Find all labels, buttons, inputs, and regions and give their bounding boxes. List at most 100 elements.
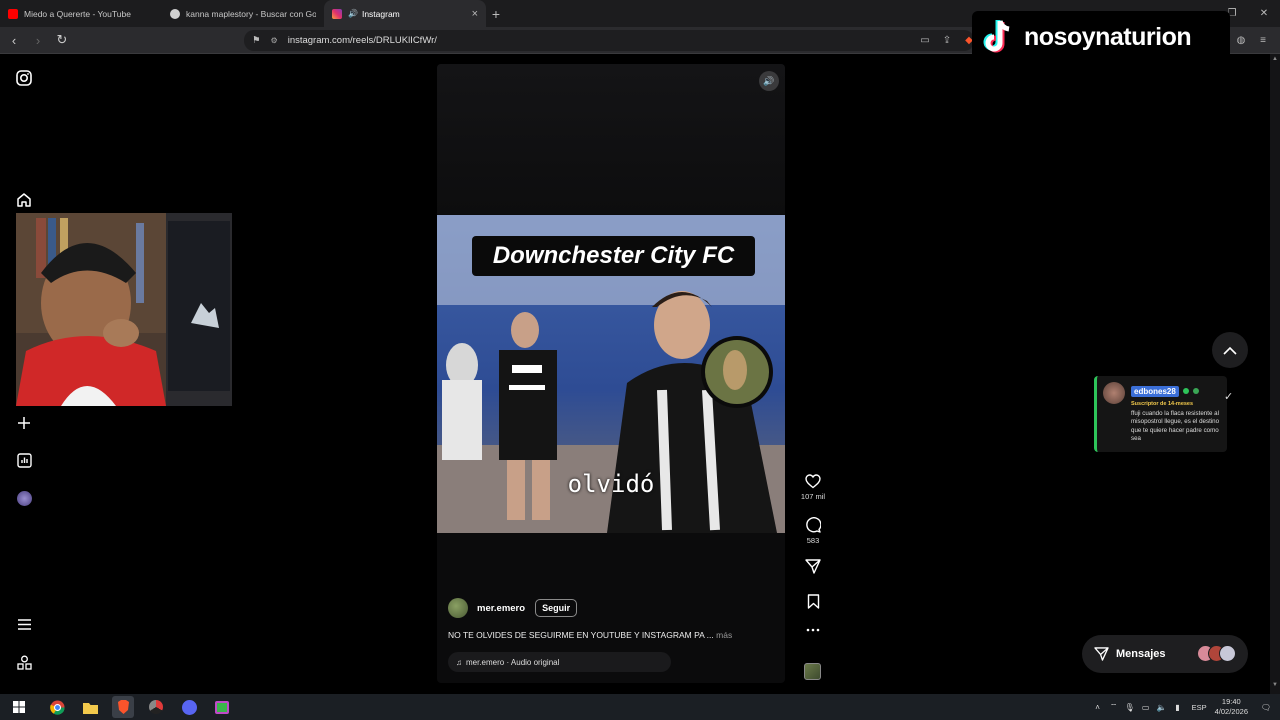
new-tab-button[interactable]: + — [486, 6, 506, 22]
scroll-down-icon[interactable]: ▼ — [1270, 682, 1280, 692]
previous-reel-button[interactable] — [1212, 332, 1248, 368]
audio-label: mer.emero · Audio original — [466, 657, 560, 667]
forward-icon[interactable]: › — [28, 33, 48, 48]
comment-icon[interactable] — [805, 517, 821, 533]
home-icon[interactable] — [14, 190, 34, 210]
verified-badge-icon — [1192, 388, 1199, 394]
messages-label: Mensajes — [1116, 648, 1166, 660]
network-icon[interactable]: ⌔ — [1106, 702, 1122, 712]
follow-button[interactable]: Seguir — [535, 599, 578, 617]
heart-icon[interactable] — [805, 474, 821, 489]
more-menu-icon[interactable] — [14, 614, 34, 634]
bookmark-icon[interactable]: ⚑ — [252, 35, 261, 46]
streaming-app-icon[interactable] — [211, 696, 233, 718]
system-tray: ˄ ⌔ 🎙 ▭ 🔈 ▮ ESP 19:40 4/02/2026 🗨 — [1090, 694, 1280, 720]
notifications-icon[interactable]: 🗨 — [1258, 703, 1274, 712]
site-info-icon[interactable]: ⚙ — [271, 36, 278, 45]
chat-subtitle: Suscriptor de 14-meses — [1131, 401, 1194, 407]
youtube-icon — [8, 8, 18, 19]
contact-avatar — [1219, 645, 1236, 662]
volume-icon[interactable]: 🔊 — [759, 71, 779, 91]
message-avatars — [1197, 645, 1236, 662]
reel-author: mer.emero Seguir — [448, 598, 578, 618]
language-indicator[interactable]: ESP — [1192, 703, 1207, 712]
monitor-icon[interactable]: ▭ — [1138, 703, 1154, 712]
messages-button[interactable]: Mensajes — [1082, 635, 1248, 673]
share-icon[interactable]: ⇪ — [936, 35, 958, 46]
tab-instagram[interactable]: 🔊 Instagram × — [324, 0, 486, 27]
chat-username: edbones28 — [1131, 386, 1179, 397]
microphone-icon[interactable]: 🎙 — [1122, 703, 1138, 712]
send-icon — [1094, 647, 1109, 661]
page-scrollbar[interactable]: ▲ ▼ — [1270, 54, 1280, 694]
chat-text: ffuji cuando la flaca resistente al miso… — [1131, 410, 1220, 443]
description-text: NO TE OLVIDES DE SEGUIRME EN YOUTUBE Y I… — [448, 630, 714, 640]
tab-google-search[interactable]: kanna maplestory - Buscar con Goog — [162, 0, 324, 27]
share-icon[interactable] — [805, 559, 821, 574]
audio-playing-icon: 🔊 — [348, 9, 358, 18]
back-icon[interactable]: ‹ — [4, 33, 24, 48]
chevron-up-icon[interactable]: ˄ — [1090, 703, 1106, 712]
menu-icon[interactable]: ≡ — [1252, 35, 1274, 46]
audio-thumbnail[interactable] — [804, 663, 821, 680]
google-icon — [170, 8, 180, 19]
author-username[interactable]: mer.emero — [477, 603, 525, 614]
clock-date: 4/02/2026 — [1214, 707, 1248, 716]
obs-icon[interactable] — [145, 696, 167, 718]
scroll-up-icon[interactable]: ▲ — [1270, 56, 1280, 66]
also-from-meta-icon[interactable] — [14, 652, 34, 672]
instagram-icon — [332, 8, 342, 19]
screen: Miedo a Quererte - YouTube kanna maplest… — [0, 0, 1280, 720]
author-avatar[interactable] — [448, 598, 468, 618]
more-link[interactable]: más — [714, 630, 732, 640]
url-field[interactable]: ⚑ ⚙ instagram.com/reels/DRLUKlICfWr/ — [244, 30, 974, 51]
video-subtitle: olvidó — [567, 470, 655, 498]
music-note-icon: ♫ — [456, 657, 462, 667]
reload-icon[interactable]: ↻ — [52, 32, 72, 48]
battery-icon[interactable]: ▮ — [1170, 703, 1186, 712]
sub-badge-icon — [1182, 388, 1189, 394]
profile-avatar-icon[interactable] — [14, 488, 34, 508]
webcam-overlay — [16, 213, 232, 406]
chat-avatar — [1103, 382, 1125, 404]
tab-youtube[interactable]: Miedo a Quererte - YouTube — [0, 0, 162, 27]
likes-count: 107 mil — [800, 492, 826, 501]
comments-count: 583 — [806, 536, 820, 545]
speaker-icon[interactable]: 🔈 — [1154, 703, 1170, 712]
stream-chat-message: edbones28 Suscriptor de 14-meses ffuji c… — [1094, 376, 1227, 452]
clock-time: 19:40 — [1221, 697, 1241, 707]
create-icon[interactable] — [14, 413, 34, 433]
comment-action: 583 — [800, 517, 826, 545]
windows-taskbar: ˄ ⌔ 🎙 ▭ 🔈 ▮ ESP 19:40 4/02/2026 🗨 — [0, 694, 1280, 720]
reel-player[interactable]: 🔊 Downchester City FC olvidó mer.emero S… — [437, 64, 785, 683]
discord-icon[interactable] — [178, 696, 200, 718]
cast-icon[interactable]: ▭ — [914, 35, 936, 46]
tiktok-username: nosoynaturion — [1024, 22, 1192, 51]
vpn-icon[interactable]: ◍ — [1230, 35, 1252, 46]
instagram-logo-icon[interactable] — [14, 68, 34, 88]
like-action: 107 mil — [800, 474, 826, 501]
dashboard-icon[interactable] — [14, 450, 34, 470]
video-title-banner: Downchester City FC — [472, 236, 755, 276]
close-window-button[interactable]: ✕ — [1248, 8, 1280, 19]
close-tab-icon[interactable]: × — [472, 8, 478, 20]
chrome-icon[interactable] — [46, 696, 68, 718]
reel-video[interactable]: Downchester City FC olvidó — [437, 215, 785, 533]
windows-start-icon[interactable] — [8, 696, 30, 718]
file-explorer-icon[interactable] — [79, 696, 101, 718]
bookmark-icon[interactable] — [807, 594, 820, 609]
url-text: instagram.com/reels/DRLUKlICfWr/ — [287, 35, 437, 46]
tiktok-icon — [972, 11, 1024, 63]
more-options-icon[interactable] — [806, 628, 820, 632]
tab-title: kanna maplestory - Buscar con Goog — [186, 8, 316, 19]
checkmark-icon: ✓ — [1224, 391, 1234, 403]
chevron-up-icon — [1223, 346, 1237, 355]
reel-description: NO TE OLVIDES DE SEGUIRME EN YOUTUBE Y I… — [448, 630, 732, 640]
tab-title: Miedo a Quererte - YouTube — [24, 8, 131, 19]
clock[interactable]: 19:40 4/02/2026 — [1215, 697, 1248, 717]
tab-title: Instagram — [361, 8, 400, 19]
tiktok-overlay: nosoynaturion — [972, 11, 1230, 63]
brave-browser-icon[interactable] — [112, 696, 134, 718]
share-action — [800, 559, 826, 574]
audio-pill[interactable]: ♫ mer.emero · Audio original — [448, 652, 671, 672]
